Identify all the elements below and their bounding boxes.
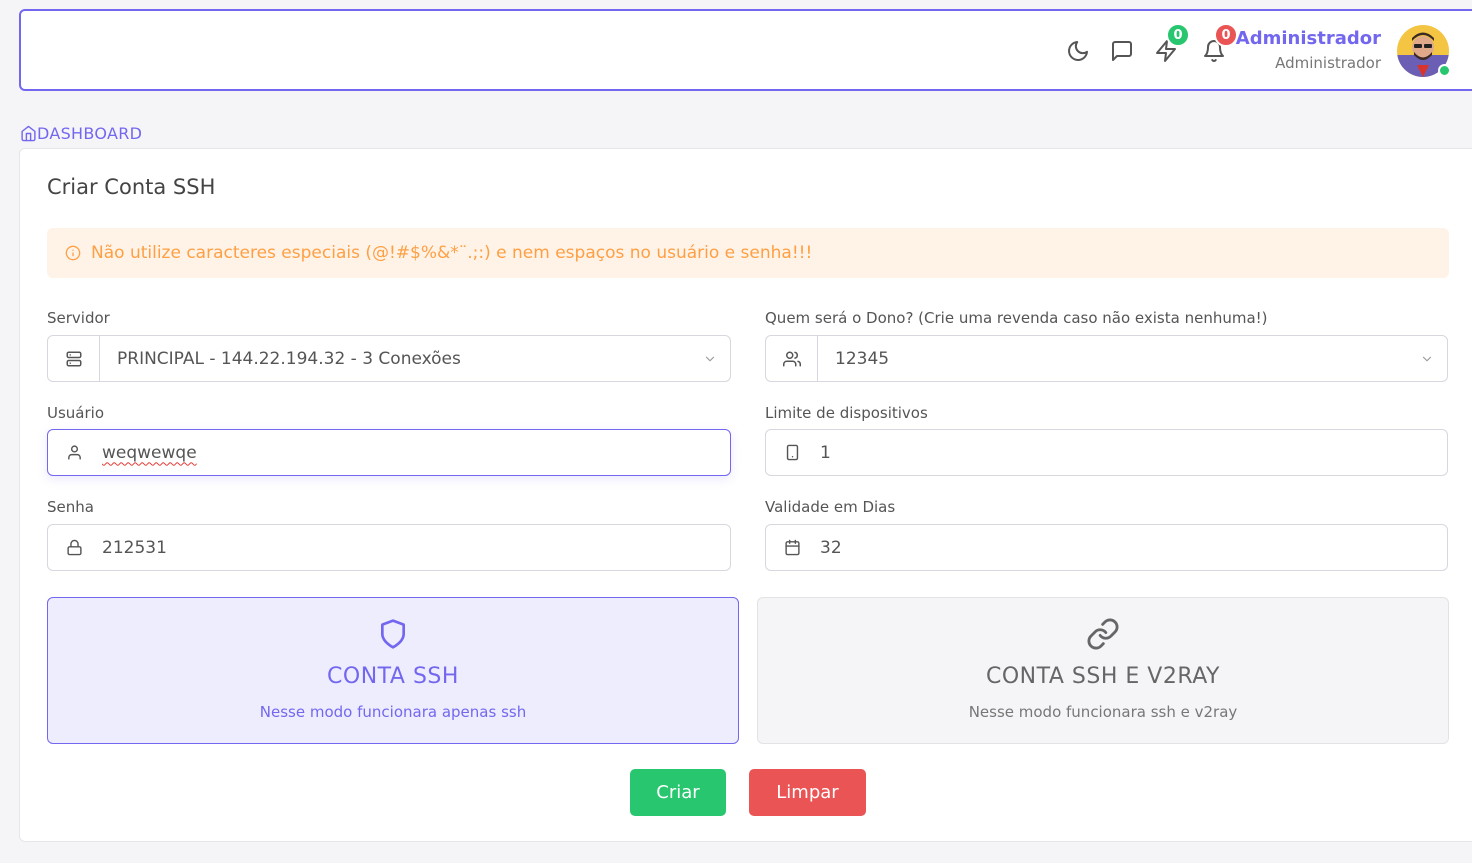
breadcrumb-dashboard-link[interactable]: DASHBOARD: [37, 124, 142, 143]
validade-value: 32: [820, 537, 842, 558]
chevron-down-icon: [1407, 352, 1447, 366]
lock-icon: [48, 525, 100, 570]
senha-value: 212531: [102, 537, 167, 558]
link-icon: [1086, 616, 1120, 652]
warning-text: Não utilize caracteres especiais (@!#$%&…: [91, 243, 813, 263]
servidor-select[interactable]: PRINCIPAL - 144.22.194.32 - 3 Conexões: [47, 335, 731, 382]
servidor-value: PRINCIPAL - 144.22.194.32 - 3 Conexões: [117, 348, 461, 369]
dono-select[interactable]: 12345: [765, 335, 1448, 382]
usuario-label: Usuário: [47, 404, 105, 422]
chat-icon[interactable]: [1108, 37, 1136, 65]
breadcrumb[interactable]: DASHBOARD: [20, 124, 142, 143]
bell-count-badge: 0: [1214, 23, 1238, 47]
users-icon: [766, 336, 818, 381]
smartphone-icon: [766, 430, 818, 475]
user-name[interactable]: Administrador: [1236, 28, 1381, 49]
online-status-dot: [1438, 64, 1451, 77]
validade-label: Validade em Dias: [765, 498, 896, 516]
top-navbar: 0 0 Administrador Administrador: [19, 9, 1472, 91]
card-title: Criar Conta SSH: [47, 175, 216, 199]
limpar-button[interactable]: Limpar: [749, 769, 866, 816]
usuario-input[interactable]: weqwewqe: [47, 429, 731, 476]
avatar[interactable]: [1397, 25, 1451, 77]
calendar-icon: [766, 525, 818, 570]
mode-v2ray-desc: Nesse modo funcionara ssh e v2ray: [968, 703, 1238, 721]
moon-icon[interactable]: [1064, 37, 1092, 65]
mode-ssh-title: CONTA SSH: [327, 664, 459, 689]
senha-label: Senha: [47, 498, 94, 516]
user-role: Administrador: [1275, 54, 1381, 72]
warning-alert: Não utilize caracteres especiais (@!#$%&…: [47, 228, 1449, 278]
mode-v2ray-card[interactable]: CONTA SSH E V2RAY Nesse modo funcionara …: [757, 597, 1449, 744]
shield-icon: [377, 616, 409, 652]
mode-ssh-desc: Nesse modo funcionara apenas ssh: [259, 703, 527, 721]
user-icon: [48, 430, 100, 475]
senha-input[interactable]: 212531: [47, 524, 731, 571]
home-icon: [20, 125, 37, 142]
info-icon: [65, 245, 81, 261]
usuario-value: weqwewqe: [102, 442, 197, 463]
limite-label: Limite de dispositivos: [765, 404, 928, 422]
bolt-count-badge: 0: [1166, 23, 1190, 47]
create-ssh-card: Criar Conta SSH Não utilize caracteres e…: [19, 148, 1472, 842]
limite-input[interactable]: 1: [765, 429, 1448, 476]
limite-value: 1: [820, 442, 831, 463]
dono-label: Quem será o Dono? (Crie uma revenda caso…: [765, 309, 1268, 327]
validade-input[interactable]: 32: [765, 524, 1448, 571]
chevron-down-icon: [690, 352, 730, 366]
dono-value: 12345: [835, 348, 890, 369]
servidor-label: Servidor: [47, 309, 110, 327]
mode-ssh-card[interactable]: CONTA SSH Nesse modo funcionara apenas s…: [47, 597, 739, 744]
criar-button[interactable]: Criar: [630, 769, 726, 816]
mode-v2ray-title: CONTA SSH E V2RAY: [986, 664, 1220, 689]
server-icon: [48, 336, 100, 381]
